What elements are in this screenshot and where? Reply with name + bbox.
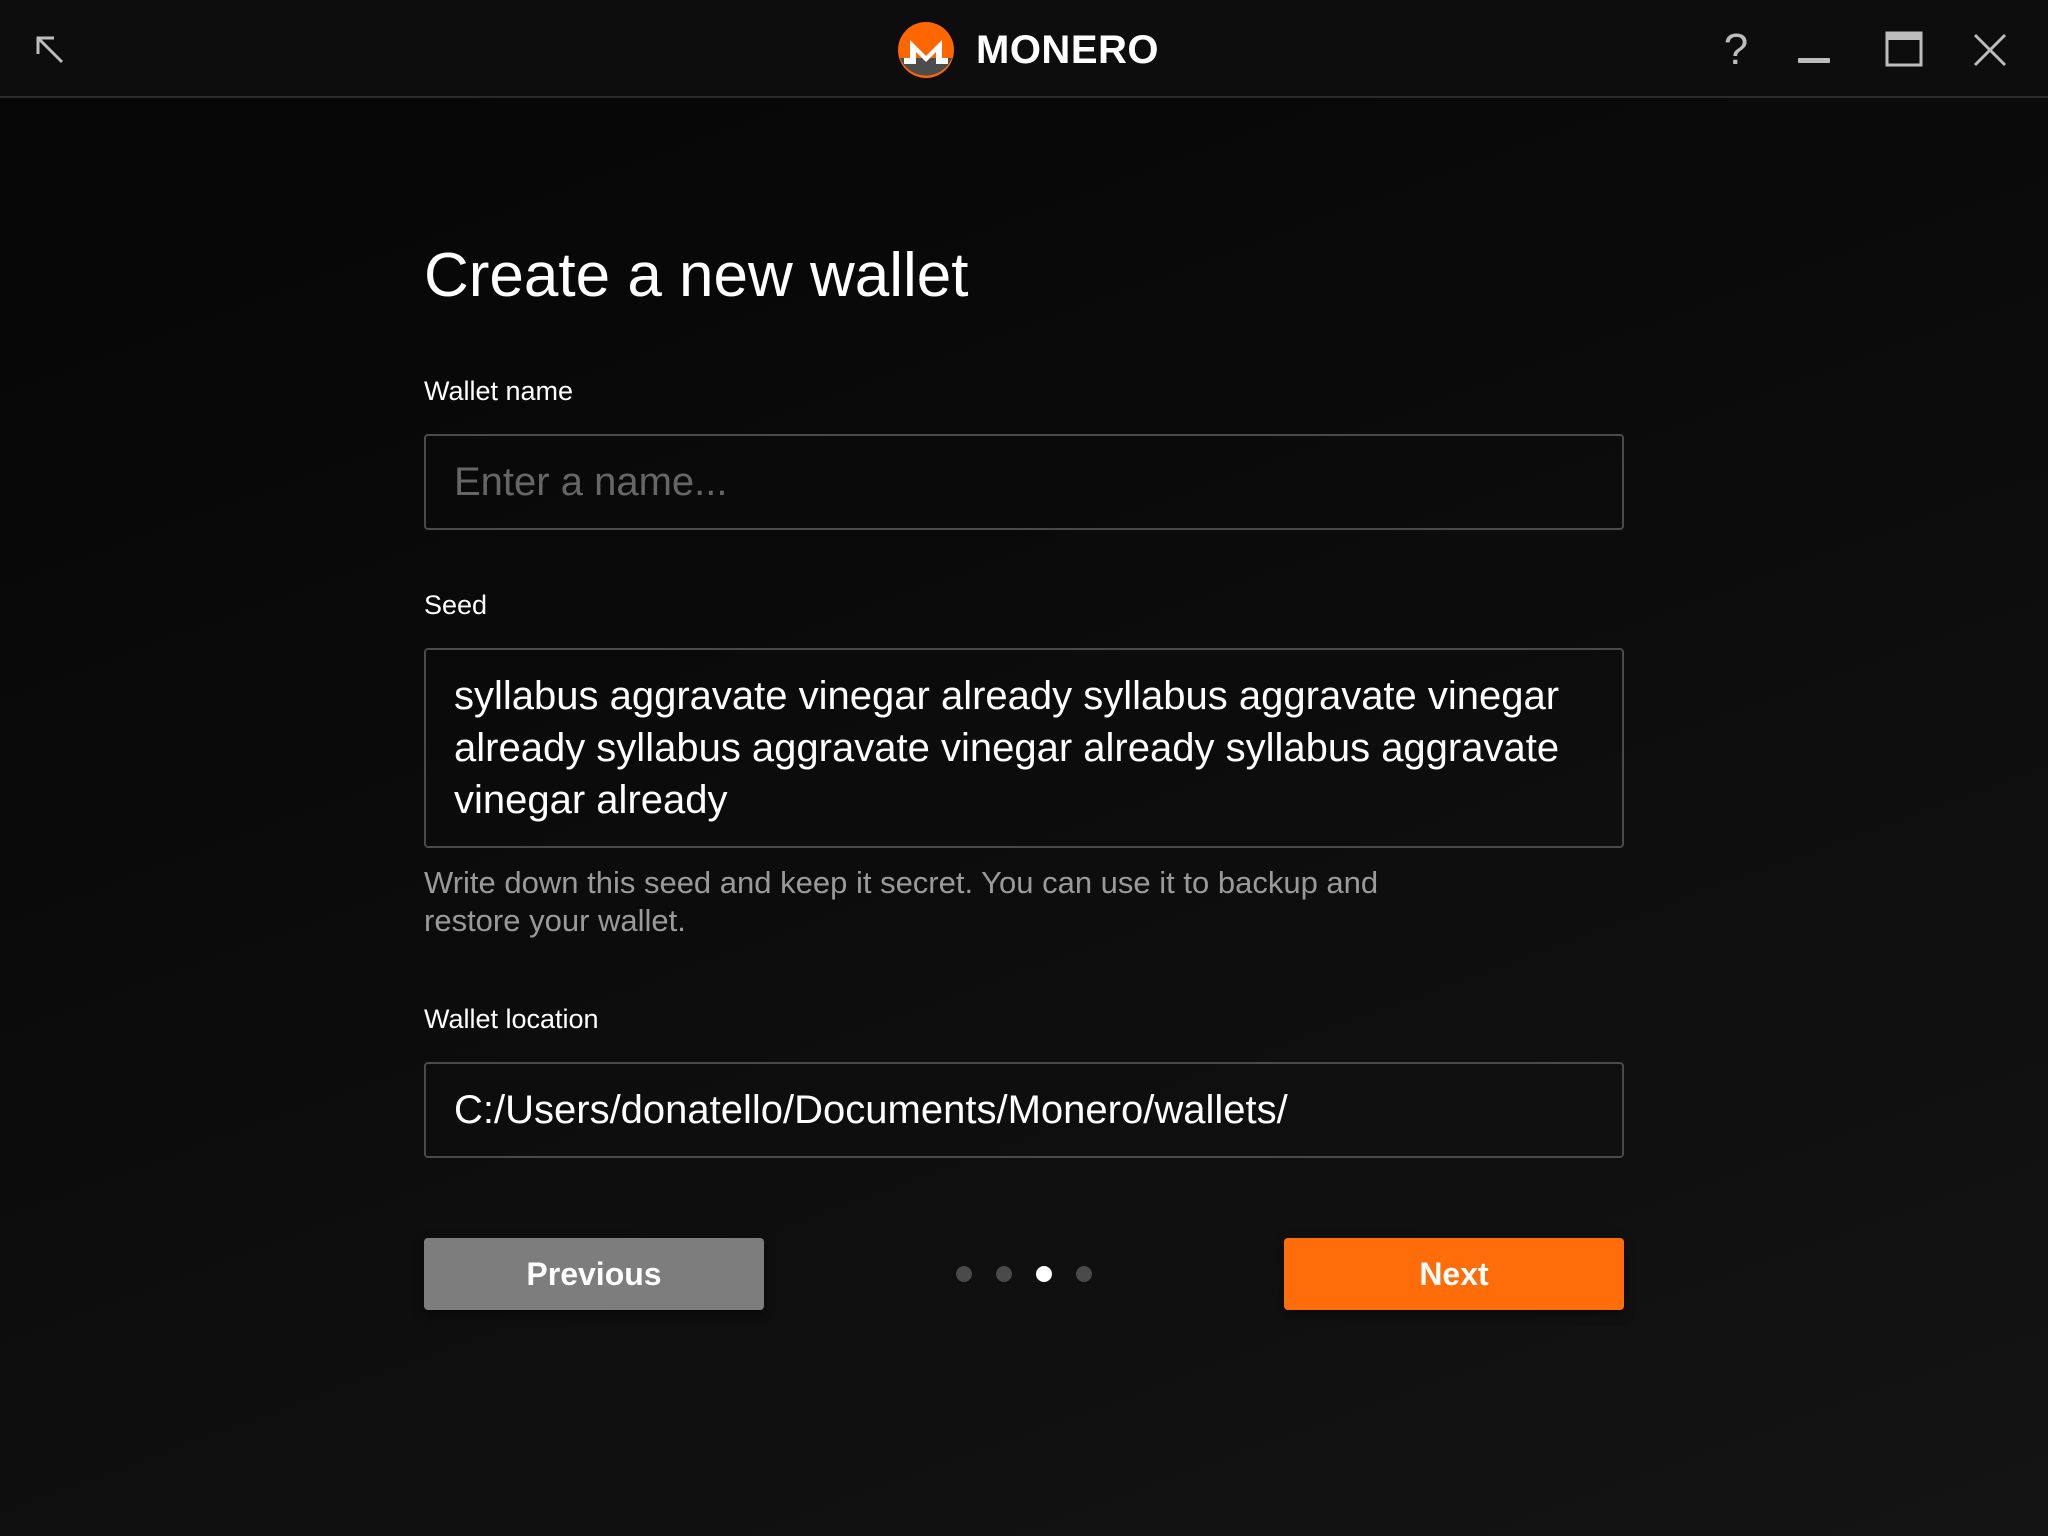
monero-logo-icon (898, 22, 954, 78)
step-dot (1036, 1266, 1052, 1282)
minimize-icon (1798, 58, 1830, 63)
wallet-name-input[interactable] (424, 434, 1624, 530)
back-button[interactable] (18, 18, 82, 82)
maximize-icon (1885, 31, 1923, 67)
maximize-button[interactable] (1872, 18, 1936, 82)
wallet-wizard-window: MONERO ? Create a new wallet Wallet name (0, 0, 2048, 1536)
minimize-button[interactable] (1782, 18, 1846, 82)
wallet-name-label: Wallet name (424, 376, 574, 406)
seed-hint: Write down this seed and keep it secret.… (424, 865, 1379, 938)
app-title: MONERO (976, 27, 1159, 72)
question-mark-icon: ? (1723, 25, 1749, 74)
seed-display[interactable]: syllabus aggravate vinegar already sylla… (424, 648, 1624, 848)
app-brand: MONERO (896, 20, 1159, 80)
arrow-up-left-icon (36, 36, 64, 64)
wallet-location-input[interactable] (424, 1062, 1624, 1158)
title-bar: MONERO ? (0, 0, 2048, 98)
page-title: Create a new wallet (424, 241, 969, 310)
step-dot (956, 1266, 972, 1282)
step-dot (1076, 1266, 1092, 1282)
seed-label: Seed (424, 590, 488, 620)
next-button[interactable]: Next (1284, 1238, 1624, 1310)
previous-button[interactable]: Previous (424, 1238, 764, 1310)
close-icon (1973, 33, 2007, 67)
wallet-location-label: Wallet location (424, 1004, 599, 1034)
step-indicator (956, 1266, 1092, 1282)
step-dot (996, 1266, 1012, 1282)
close-button[interactable] (1958, 18, 2022, 82)
help-button[interactable]: ? (1704, 18, 1768, 82)
